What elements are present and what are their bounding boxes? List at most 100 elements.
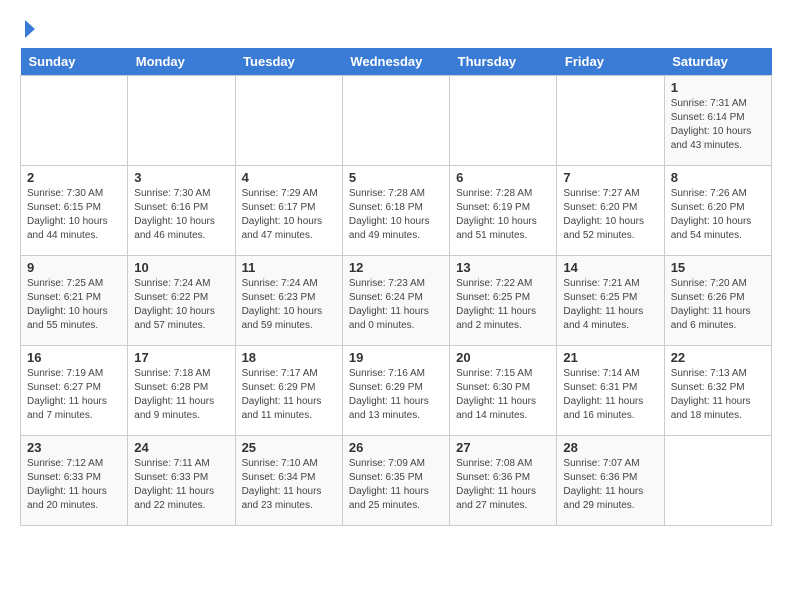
day-info: Sunrise: 7:10 AM Sunset: 6:34 PM Dayligh…	[242, 457, 336, 513]
calendar-cell: 9Sunrise: 7:25 AM Sunset: 6:21 PM Daylig…	[21, 256, 128, 346]
day-number: 2	[27, 170, 121, 185]
calendar-cell: 5 Sunrise: 7:28 AM Sunset: 6:18 PM Daylig…	[342, 166, 449, 256]
calendar-cell: 13 Sunrise: 7:22 AM Sunset: 6:25 PM Dayli…	[450, 256, 557, 346]
day-number: 8	[671, 170, 765, 185]
weekday-header: Friday	[557, 48, 664, 76]
weekday-header: Monday	[128, 48, 235, 76]
day-number: 27	[456, 440, 550, 455]
day-info: Sunrise: 7:30 AM Sunset: 6:16 PM Dayligh…	[134, 187, 228, 243]
day-number: 18	[242, 350, 336, 365]
calendar-cell: 26 Sunrise: 7:09 AM Sunset: 6:35 PM Dayli…	[342, 436, 449, 526]
day-info: Sunrise: 7:21 AM Sunset: 6:25 PM Dayligh…	[563, 277, 657, 333]
day-number: 1	[671, 80, 765, 95]
day-info: Sunrise: 7:28 AM Sunset: 6:19 PM Dayligh…	[456, 187, 550, 243]
day-info: Sunrise: 7:07 AM Sunset: 6:36 PM Dayligh…	[563, 457, 657, 513]
day-info: Sunrise: 7:08 AM Sunset: 6:36 PM Dayligh…	[456, 457, 550, 513]
day-number: 21	[563, 350, 657, 365]
calendar-cell	[342, 76, 449, 166]
day-info: Sunrise: 7:24 AM Sunset: 6:23 PM Dayligh…	[242, 277, 336, 333]
day-number: 15	[671, 260, 765, 275]
day-number: 26	[349, 440, 443, 455]
calendar-cell: 23 Sunrise: 7:12 AM Sunset: 6:33 PM Dayli…	[21, 436, 128, 526]
calendar-cell: 22 Sunrise: 7:13 AM Sunset: 6:32 PM Dayli…	[664, 346, 771, 436]
calendar-cell: 6 Sunrise: 7:28 AM Sunset: 6:19 PM Daylig…	[450, 166, 557, 256]
calendar-cell: 3 Sunrise: 7:30 AM Sunset: 6:16 PM Daylig…	[128, 166, 235, 256]
day-info: Sunrise: 7:25 AM Sunset: 6:21 PM Dayligh…	[27, 277, 121, 333]
day-info: Sunrise: 7:20 AM Sunset: 6:26 PM Dayligh…	[671, 277, 765, 333]
day-number: 7	[563, 170, 657, 185]
calendar-cell: 16 Sunrise: 7:19 AM Sunset: 6:27 PM Dayli…	[21, 346, 128, 436]
calendar-cell: 7 Sunrise: 7:27 AM Sunset: 6:20 PM Daylig…	[557, 166, 664, 256]
day-info: Sunrise: 7:24 AM Sunset: 6:22 PM Dayligh…	[134, 277, 228, 333]
calendar-cell: 10 Sunrise: 7:24 AM Sunset: 6:22 PM Dayli…	[128, 256, 235, 346]
page-header	[20, 20, 772, 38]
calendar-cell: 4 Sunrise: 7:29 AM Sunset: 6:17 PM Daylig…	[235, 166, 342, 256]
day-number: 10	[134, 260, 228, 275]
weekday-header: Wednesday	[342, 48, 449, 76]
calendar-cell: 2 Sunrise: 7:30 AM Sunset: 6:15 PM Daylig…	[21, 166, 128, 256]
day-info: Sunrise: 7:14 AM Sunset: 6:31 PM Dayligh…	[563, 367, 657, 423]
day-number: 13	[456, 260, 550, 275]
calendar-cell: 11 Sunrise: 7:24 AM Sunset: 6:23 PM Dayli…	[235, 256, 342, 346]
calendar-cell: 14 Sunrise: 7:21 AM Sunset: 6:25 PM Dayli…	[557, 256, 664, 346]
day-info: Sunrise: 7:28 AM Sunset: 6:18 PM Dayligh…	[349, 187, 443, 243]
day-info: Sunrise: 7:15 AM Sunset: 6:30 PM Dayligh…	[456, 367, 550, 423]
day-number: 3	[134, 170, 228, 185]
day-info: Sunrise: 7:17 AM Sunset: 6:29 PM Dayligh…	[242, 367, 336, 423]
day-info: Sunrise: 7:11 AM Sunset: 6:33 PM Dayligh…	[134, 457, 228, 513]
calendar-cell: 28 Sunrise: 7:07 AM Sunset: 6:36 PM Dayli…	[557, 436, 664, 526]
day-number: 5	[349, 170, 443, 185]
day-number: 16	[27, 350, 121, 365]
calendar-cell: 8 Sunrise: 7:26 AM Sunset: 6:20 PM Daylig…	[664, 166, 771, 256]
day-info: Sunrise: 7:09 AM Sunset: 6:35 PM Dayligh…	[349, 457, 443, 513]
day-info: Sunrise: 7:31 AM Sunset: 6:14 PM Dayligh…	[671, 97, 765, 153]
day-info: Sunrise: 7:23 AM Sunset: 6:24 PM Dayligh…	[349, 277, 443, 333]
day-number: 11	[242, 260, 336, 275]
day-number: 14	[563, 260, 657, 275]
weekday-header: Thursday	[450, 48, 557, 76]
day-info: Sunrise: 7:19 AM Sunset: 6:27 PM Dayligh…	[27, 367, 121, 423]
day-number: 20	[456, 350, 550, 365]
day-info: Sunrise: 7:13 AM Sunset: 6:32 PM Dayligh…	[671, 367, 765, 423]
day-number: 12	[349, 260, 443, 275]
day-info: Sunrise: 7:18 AM Sunset: 6:28 PM Dayligh…	[134, 367, 228, 423]
weekday-header: Tuesday	[235, 48, 342, 76]
day-info: Sunrise: 7:30 AM Sunset: 6:15 PM Dayligh…	[27, 187, 121, 243]
day-number: 28	[563, 440, 657, 455]
calendar-cell: 12 Sunrise: 7:23 AM Sunset: 6:24 PM Dayli…	[342, 256, 449, 346]
day-number: 24	[134, 440, 228, 455]
calendar-cell	[21, 76, 128, 166]
day-info: Sunrise: 7:22 AM Sunset: 6:25 PM Dayligh…	[456, 277, 550, 333]
calendar-cell: 1 Sunrise: 7:31 AM Sunset: 6:14 PM Daylig…	[664, 76, 771, 166]
weekday-header: Sunday	[21, 48, 128, 76]
calendar-cell	[664, 436, 771, 526]
day-info: Sunrise: 7:29 AM Sunset: 6:17 PM Dayligh…	[242, 187, 336, 243]
logo	[20, 20, 40, 38]
day-number: 6	[456, 170, 550, 185]
weekday-header: Saturday	[664, 48, 771, 76]
day-number: 4	[242, 170, 336, 185]
logo-arrow-icon	[21, 20, 39, 38]
calendar-cell	[128, 76, 235, 166]
day-number: 25	[242, 440, 336, 455]
calendar-cell	[557, 76, 664, 166]
calendar-cell	[450, 76, 557, 166]
calendar-cell: 19 Sunrise: 7:16 AM Sunset: 6:29 PM Dayli…	[342, 346, 449, 436]
calendar-cell: 18 Sunrise: 7:17 AM Sunset: 6:29 PM Dayli…	[235, 346, 342, 436]
day-number: 22	[671, 350, 765, 365]
day-number: 17	[134, 350, 228, 365]
calendar-cell: 20 Sunrise: 7:15 AM Sunset: 6:30 PM Dayli…	[450, 346, 557, 436]
calendar-cell: 21 Sunrise: 7:14 AM Sunset: 6:31 PM Dayli…	[557, 346, 664, 436]
calendar-table: SundayMondayTuesdayWednesdayThursdayFrid…	[20, 48, 772, 526]
calendar-cell	[235, 76, 342, 166]
day-info: Sunrise: 7:27 AM Sunset: 6:20 PM Dayligh…	[563, 187, 657, 243]
day-info: Sunrise: 7:16 AM Sunset: 6:29 PM Dayligh…	[349, 367, 443, 423]
calendar-cell: 17 Sunrise: 7:18 AM Sunset: 6:28 PM Dayli…	[128, 346, 235, 436]
day-info: Sunrise: 7:26 AM Sunset: 6:20 PM Dayligh…	[671, 187, 765, 243]
day-number: 23	[27, 440, 121, 455]
day-info: Sunrise: 7:12 AM Sunset: 6:33 PM Dayligh…	[27, 457, 121, 513]
calendar-cell: 25 Sunrise: 7:10 AM Sunset: 6:34 PM Dayli…	[235, 436, 342, 526]
day-number: 19	[349, 350, 443, 365]
calendar-cell: 15 Sunrise: 7:20 AM Sunset: 6:26 PM Dayli…	[664, 256, 771, 346]
calendar-header: SundayMondayTuesdayWednesdayThursdayFrid…	[21, 48, 772, 76]
